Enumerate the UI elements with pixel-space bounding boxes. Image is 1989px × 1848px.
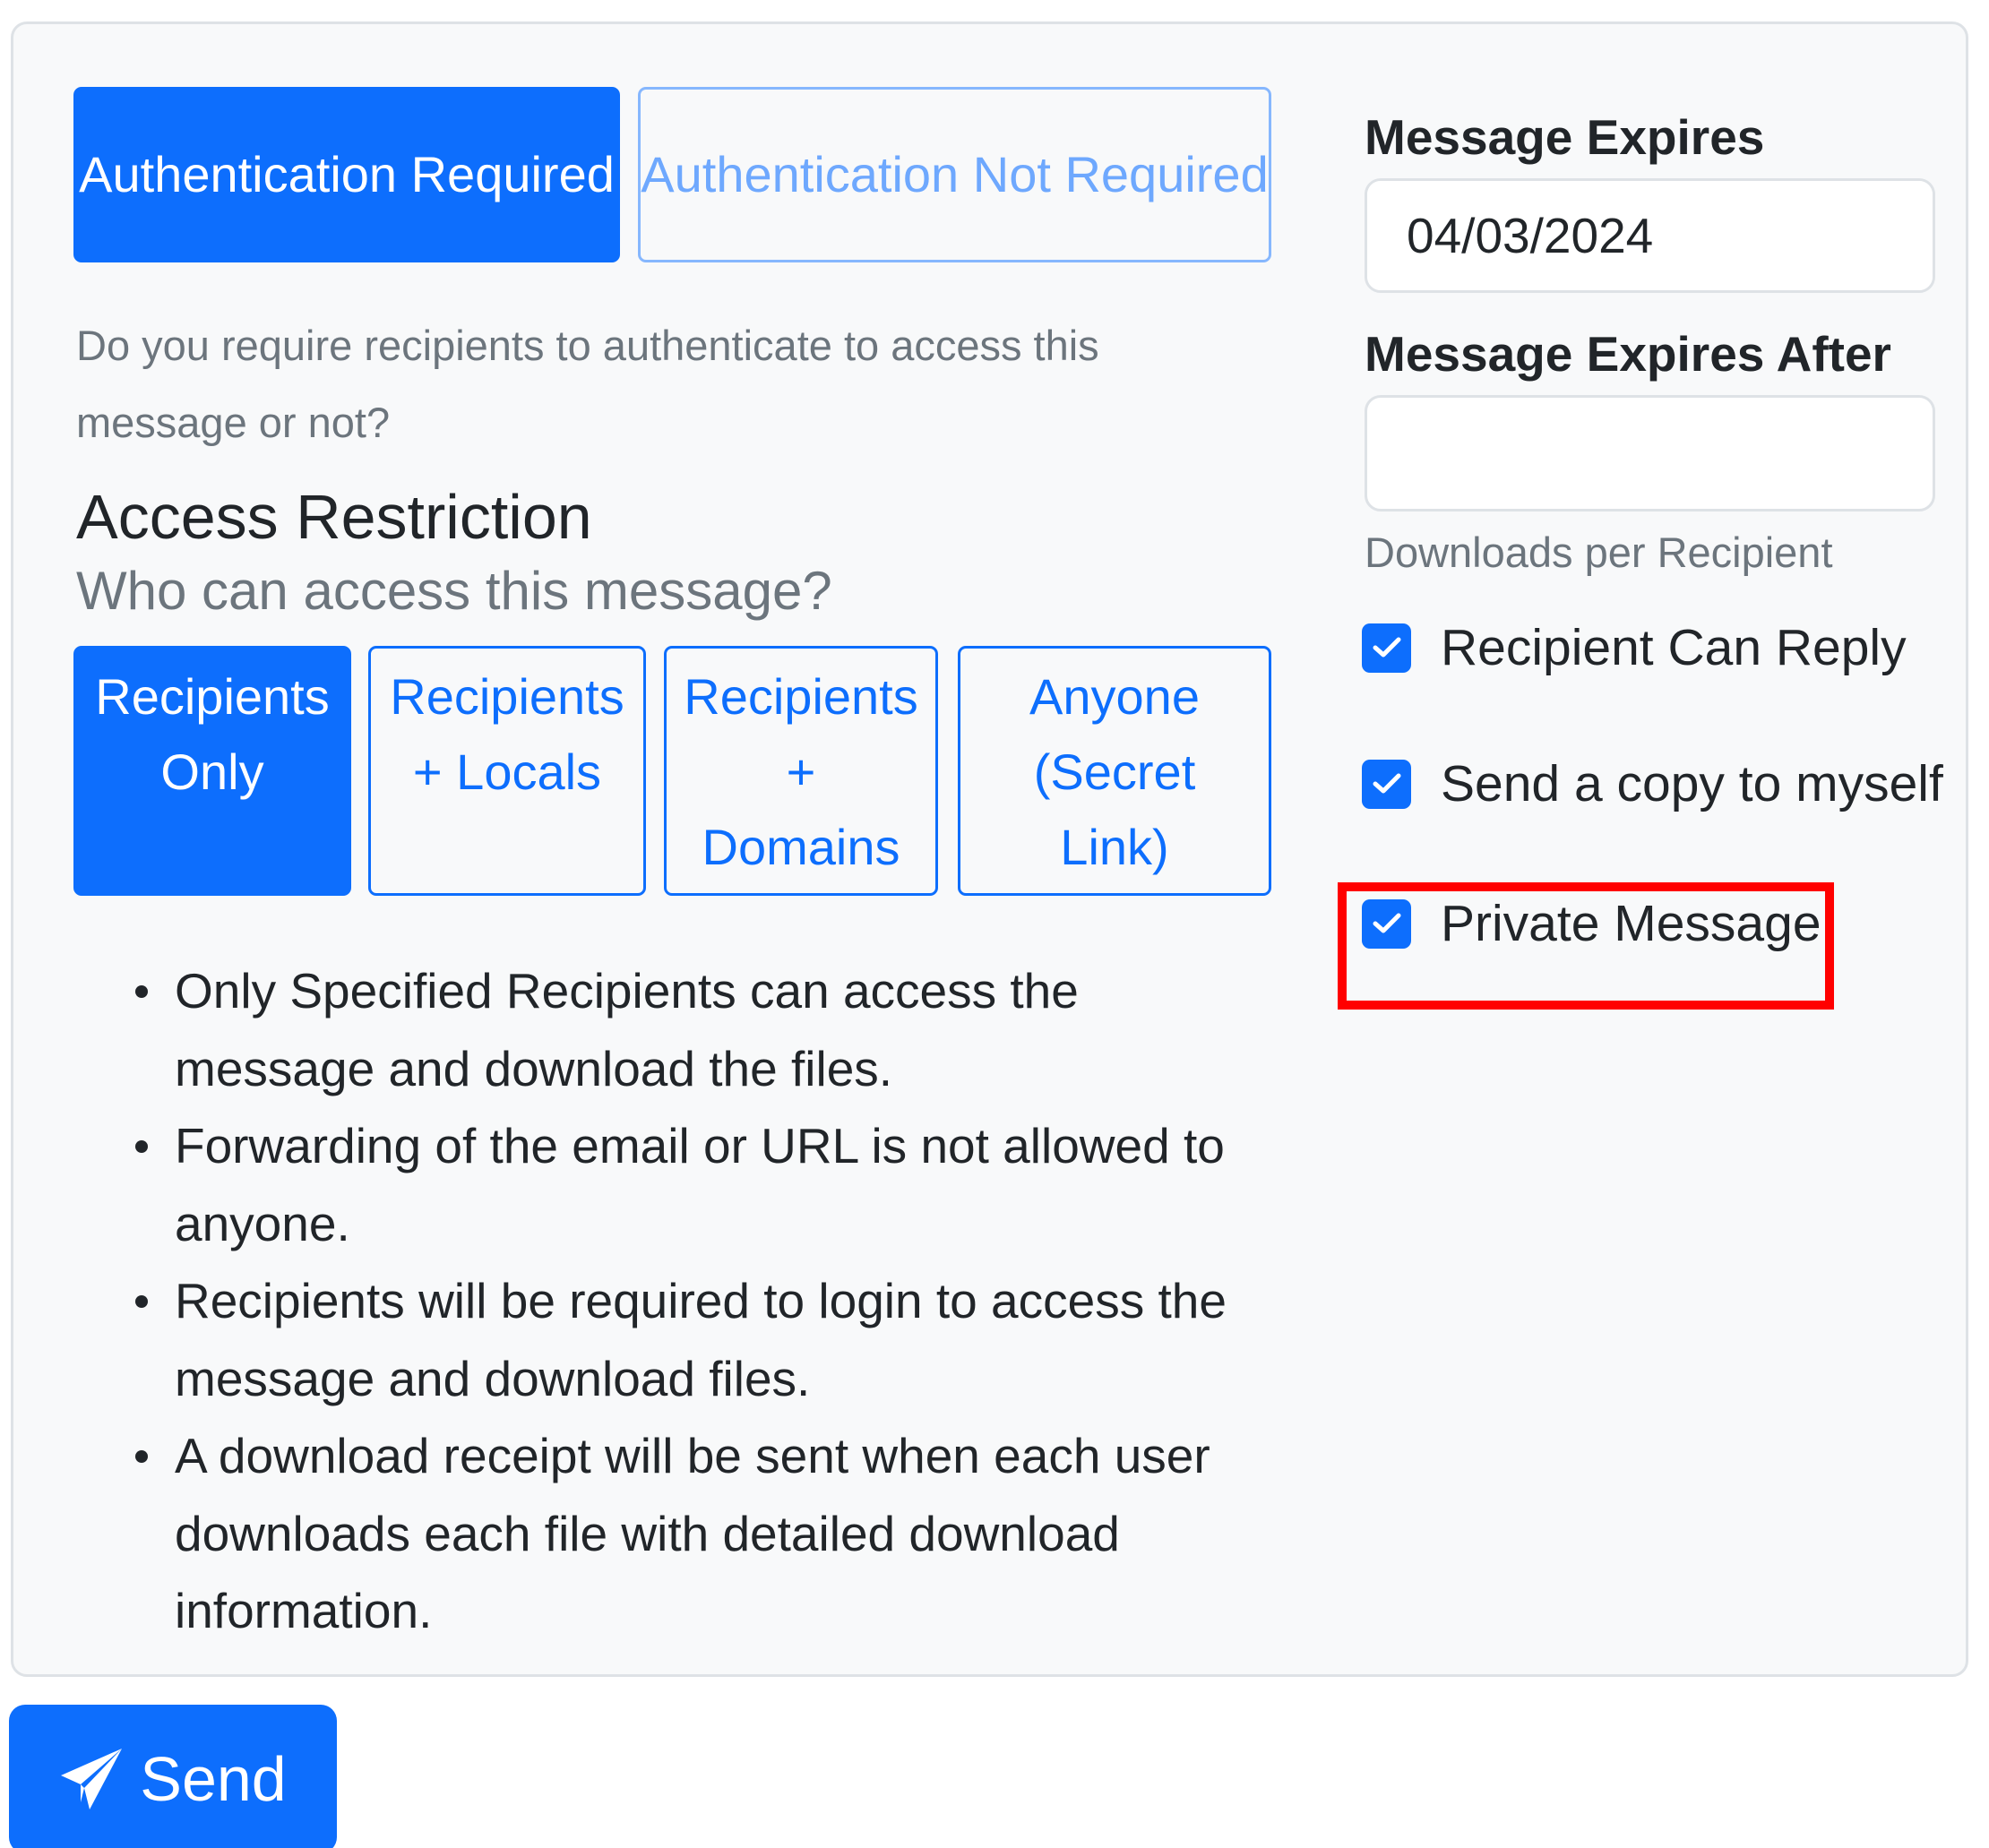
downloads-per-recipient-help: Downloads per Recipient <box>1365 529 1833 576</box>
send-button[interactable]: Send <box>9 1705 337 1848</box>
send-copy-to-myself-checkbox[interactable] <box>1362 759 1411 809</box>
recipient-can-reply-label: Recipient Can Reply <box>1441 619 1907 676</box>
check-icon <box>1373 773 1400 794</box>
recipients-domains-label-line2: + <box>786 743 816 800</box>
recipients-only-label-line2: Only <box>160 743 264 800</box>
authentication-help-text: Do you require recipients to authenticat… <box>76 322 1099 446</box>
access-restriction-title: Access Restriction <box>76 482 592 552</box>
anyone-secret-link-label-line3: Link) <box>1060 819 1169 875</box>
list-item: Only Specified Recipients can access the… <box>135 952 1277 1107</box>
recipients-only-label-line1: Recipients <box>95 668 330 725</box>
access-restriction-subtitle: Who can access this message? <box>76 561 832 621</box>
anyone-secret-link-button[interactable]: Anyone (Secret Link) <box>958 646 1271 896</box>
recipients-locals-button[interactable]: Recipients + Locals <box>368 646 646 896</box>
recipient-can-reply-option[interactable]: Recipient Can Reply <box>1362 618 1907 677</box>
recipients-domains-label-line3: Domains <box>702 819 900 875</box>
recipients-locals-label-line1: Recipients <box>390 668 624 725</box>
list-item: Recipients will be required to login to … <box>135 1262 1277 1417</box>
access-description-list: Only Specified Recipients can access the… <box>135 952 1277 1650</box>
authentication-required-label: Authentication Required <box>79 146 615 202</box>
message-expires-date-group <box>1365 178 1935 293</box>
message-expires-after-input[interactable] <box>1365 395 1935 511</box>
recipients-domains-button[interactable]: Recipients + Domains <box>664 646 938 896</box>
message-expires-after-label: Message Expires After <box>1365 326 1891 382</box>
settings-panel: Authentication Required Authentication N… <box>11 21 1968 1677</box>
recipient-can-reply-checkbox[interactable] <box>1362 623 1411 673</box>
message-expires-label: Message Expires <box>1365 109 1765 165</box>
paper-plane-icon <box>61 1749 123 1809</box>
authentication-not-required-button[interactable]: Authentication Not Required <box>638 87 1271 262</box>
message-expires-date-input[interactable] <box>1367 181 1933 290</box>
highlight-box <box>1338 882 1834 1010</box>
anyone-secret-link-label-line2: (Secret <box>1033 743 1196 800</box>
list-item: A download receipt will be sent when eac… <box>135 1417 1277 1650</box>
recipients-domains-label-line1: Recipients <box>684 668 918 725</box>
send-copy-to-myself-label: Send a copy to myself <box>1441 755 1943 812</box>
authentication-required-button[interactable]: Authentication Required <box>73 87 620 262</box>
recipients-only-button[interactable]: Recipients Only <box>73 646 351 896</box>
anyone-secret-link-label-line1: Anyone <box>1029 668 1200 725</box>
send-copy-to-myself-option[interactable]: Send a copy to myself <box>1362 754 1943 813</box>
recipients-locals-label-line2: + Locals <box>412 743 602 800</box>
authentication-not-required-label: Authentication Not Required <box>641 146 1269 202</box>
list-item: Forwarding of the email or URL is not al… <box>135 1107 1277 1262</box>
check-icon <box>1373 637 1400 658</box>
send-label: Send <box>140 1744 287 1814</box>
